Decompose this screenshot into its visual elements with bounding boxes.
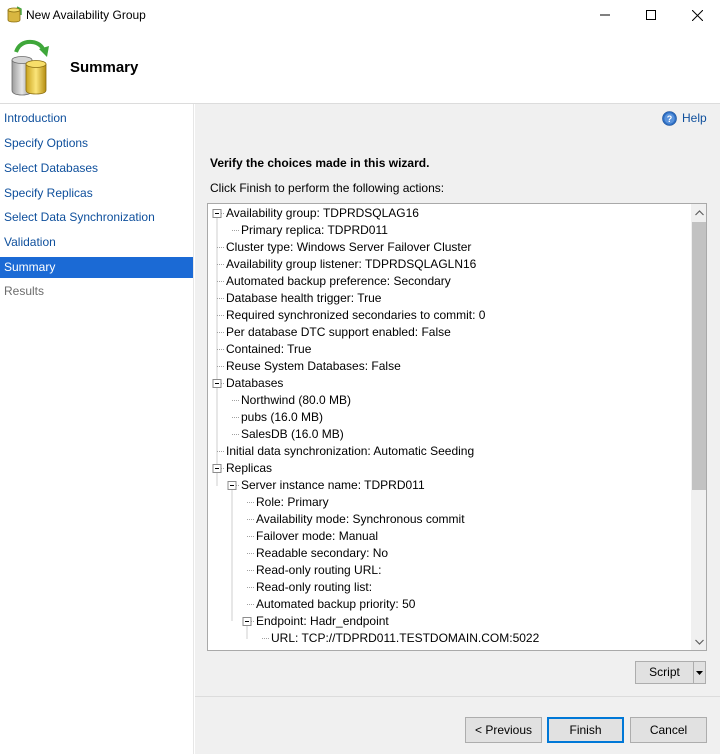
maximize-button[interactable] bbox=[628, 0, 674, 30]
sidebar-item-specify-replicas[interactable]: Specify Replicas bbox=[0, 183, 193, 204]
close-button[interactable] bbox=[674, 0, 720, 30]
script-button[interactable]: Script bbox=[636, 662, 693, 683]
sidebar-item-results: Results bbox=[4, 284, 45, 298]
tree-item[interactable]: Readable secondary: No bbox=[256, 545, 388, 562]
tree-item[interactable]: Endpoint: Hadr_endpoint bbox=[256, 613, 389, 630]
tree-item[interactable]: pubs (16.0 MB) bbox=[241, 409, 323, 426]
chevron-up-icon bbox=[694, 209, 704, 215]
window-title: New Availability Group bbox=[26, 8, 146, 22]
tree-item[interactable]: Required synchronized secondaries to com… bbox=[226, 307, 485, 324]
tree-item[interactable]: Contained: True bbox=[226, 341, 311, 358]
instruction-text: Click Finish to perform the following ac… bbox=[210, 181, 445, 195]
help-icon: ? bbox=[662, 110, 677, 126]
wizard-sidebar: Introduction Specify Options Select Data… bbox=[0, 104, 194, 754]
previous-button[interactable]: < Previous bbox=[465, 717, 542, 743]
tree-item[interactable]: Primary replica: TDPRD011 bbox=[241, 222, 388, 239]
database-refresh-icon bbox=[11, 39, 49, 96]
chevron-down-icon bbox=[694, 639, 704, 645]
finish-button[interactable]: Finish bbox=[547, 717, 624, 743]
page-title: Summary bbox=[70, 59, 139, 76]
tree-item[interactable]: Initial data synchronization: Automatic … bbox=[226, 443, 474, 460]
tree-item[interactable]: Cluster type: Windows Server Failover Cl… bbox=[226, 239, 471, 256]
title-bar: New Availability Group bbox=[0, 0, 720, 30]
help-label[interactable]: Help bbox=[682, 111, 707, 125]
help-link[interactable]: ? Help bbox=[662, 110, 707, 126]
script-split-button[interactable]: Script bbox=[635, 661, 706, 684]
wizard-header: Summary bbox=[0, 30, 720, 103]
close-icon bbox=[691, 9, 703, 21]
tree-item[interactable]: Databases bbox=[226, 375, 283, 392]
tree-item[interactable]: Availability group listener: TDPRDSQLAGL… bbox=[226, 256, 476, 273]
tree-item[interactable]: SalesDB (16.0 MB) bbox=[241, 426, 344, 443]
tree-item[interactable]: Read-only routing list: bbox=[256, 579, 372, 596]
scroll-down-button[interactable] bbox=[691, 633, 706, 650]
tree-item[interactable]: Per database DTC support enabled: False bbox=[226, 324, 451, 341]
tree-item[interactable]: Availability mode: Synchronous commit bbox=[256, 511, 465, 528]
tree-item[interactable]: Northwind (80.0 MB) bbox=[241, 392, 351, 409]
tree-item[interactable]: Database health trigger: True bbox=[226, 290, 381, 307]
script-dropdown[interactable] bbox=[694, 662, 705, 683]
tree-item[interactable]: Read-only routing URL: bbox=[256, 562, 381, 579]
sidebar-item-select-data-synchronization[interactable]: Select Data Synchronization bbox=[0, 207, 193, 228]
tree-item[interactable]: Replicas bbox=[226, 460, 272, 477]
tree-item[interactable]: Availability group: TDPRDSQLAG16 bbox=[226, 205, 419, 222]
verify-heading: Verify the choices made in this wizard. bbox=[210, 156, 430, 170]
tree-item[interactable]: Reuse System Databases: False bbox=[226, 358, 401, 375]
sidebar-item-specify-options[interactable]: Specify Options bbox=[0, 133, 193, 154]
minimize-icon bbox=[600, 14, 610, 16]
scroll-up-button[interactable] bbox=[691, 204, 706, 221]
sidebar-item-introduction[interactable]: Introduction bbox=[0, 108, 193, 129]
footer-divider bbox=[195, 696, 720, 697]
summary-panel: ? Help Verify the choices made in this w… bbox=[195, 104, 720, 754]
caret-down-icon bbox=[696, 670, 703, 675]
minimize-button[interactable] bbox=[582, 0, 628, 30]
tree-item[interactable]: Server instance name: TDPRD011 bbox=[241, 477, 425, 494]
svg-text:?: ? bbox=[667, 114, 673, 124]
vertical-scrollbar[interactable] bbox=[691, 204, 706, 650]
maximize-icon bbox=[646, 10, 656, 20]
summary-tree[interactable]: Availability group: TDPRDSQLAG16 Primary … bbox=[207, 203, 707, 651]
tree-item[interactable]: Failover mode: Manual bbox=[256, 528, 378, 545]
tree-item[interactable]: URL: TCP://TDPRD011.TESTDOMAIN.COM:5022 bbox=[271, 630, 539, 647]
tree-item[interactable]: Automated backup priority: 50 bbox=[256, 596, 415, 613]
scroll-thumb[interactable] bbox=[692, 222, 706, 490]
sidebar-item-select-databases[interactable]: Select Databases bbox=[0, 158, 193, 179]
sidebar-item-validation[interactable]: Validation bbox=[0, 232, 193, 253]
cancel-button[interactable]: Cancel bbox=[630, 717, 707, 743]
database-cylinder-icon bbox=[7, 6, 22, 23]
tree-item[interactable]: Role: Primary bbox=[256, 494, 329, 511]
tree-item[interactable]: Automated backup preference: Secondary bbox=[226, 273, 451, 290]
sidebar-item-summary[interactable]: Summary bbox=[0, 257, 193, 278]
